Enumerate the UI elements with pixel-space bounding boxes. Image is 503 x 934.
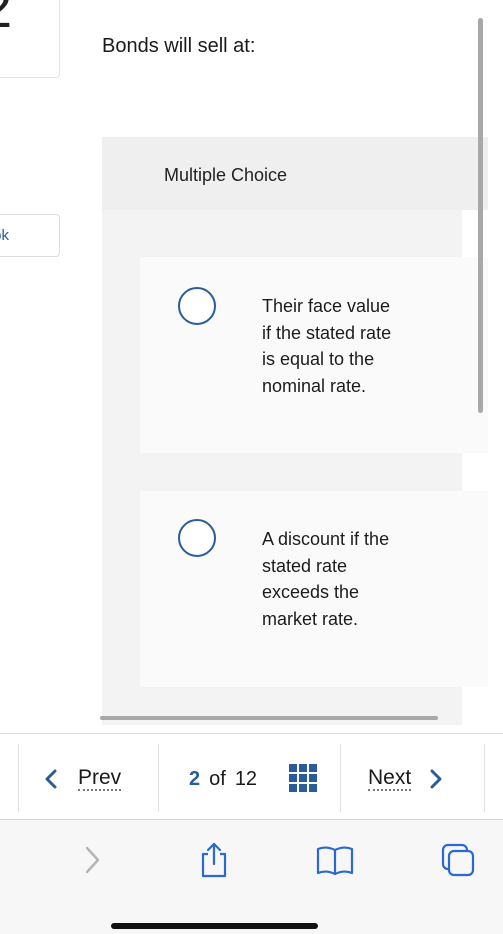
choice-text: Their face value if the stated rate is e… <box>262 296 392 396</box>
choice-text: A discount if the stated rate exceeds th… <box>262 529 390 629</box>
share-icon[interactable] <box>194 840 234 880</box>
vertical-scrollbar[interactable] <box>478 18 483 413</box>
of-label: of <box>209 767 226 790</box>
ebook-label: eBook <box>0 227 9 244</box>
browser-toolbar <box>0 819 503 934</box>
total-pages: 12 <box>234 767 258 790</box>
question-grid-icon[interactable] <box>289 764 317 792</box>
answer-type-label: Multiple Choice <box>164 165 288 185</box>
choice-option[interactable]: Their face value if the stated rate is e… <box>140 257 488 453</box>
question-number-card: 2 <box>0 0 60 78</box>
next-button[interactable]: Next <box>368 764 443 794</box>
divider <box>484 744 485 812</box>
ebook-button[interactable]: eBook <box>0 214 60 257</box>
radio-button[interactable] <box>178 287 216 325</box>
divider <box>18 744 19 812</box>
prev-button[interactable]: Prev <box>44 764 122 794</box>
prev-label: Prev <box>78 766 122 791</box>
home-indicator[interactable] <box>111 923 318 929</box>
answer-type-header: Multiple Choice <box>102 137 488 210</box>
divider <box>340 744 341 812</box>
bookmarks-icon[interactable] <box>315 840 355 880</box>
tabs-icon[interactable] <box>438 840 478 880</box>
chevron-right-icon <box>430 769 442 789</box>
question-number: 2 <box>0 0 12 40</box>
horizontal-scrollbar[interactable] <box>100 716 438 720</box>
next-label: Next <box>368 766 412 791</box>
page-indicator: 2 of 12 <box>189 764 257 794</box>
current-page: 2 <box>189 767 201 790</box>
radio-button[interactable] <box>178 519 216 557</box>
divider <box>158 744 159 812</box>
forward-icon[interactable] <box>72 840 112 880</box>
question-text: Bonds will sell at: <box>102 35 256 57</box>
choice-option[interactable]: A discount if the stated rate exceeds th… <box>140 491 488 687</box>
question-navigation: Prev 2 of 12 Next <box>0 733 503 819</box>
chevron-left-icon <box>45 769 57 789</box>
